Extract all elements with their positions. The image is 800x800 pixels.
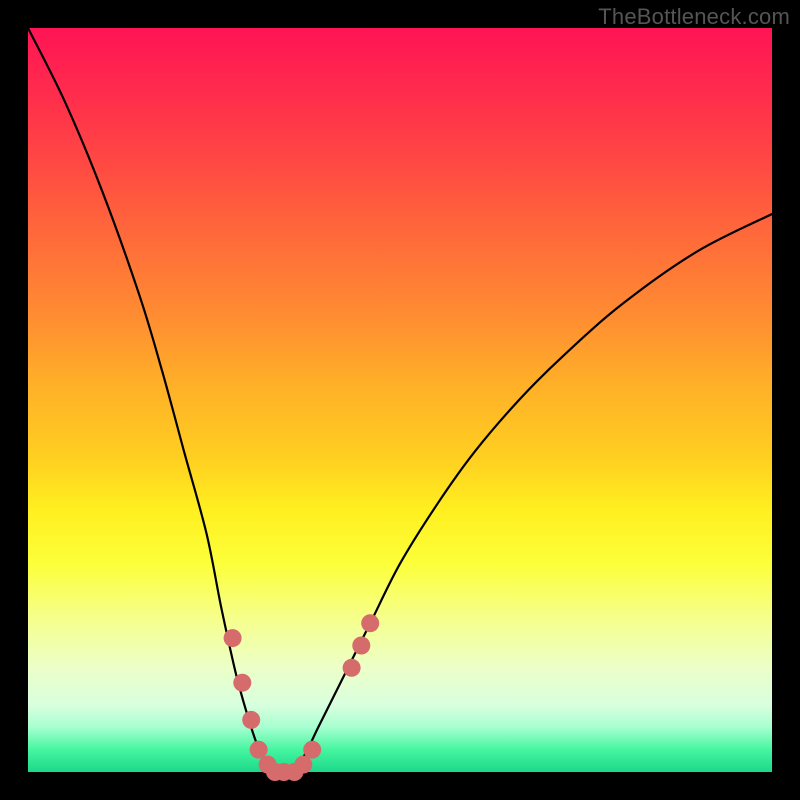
curve-markers <box>224 614 380 781</box>
curve-svg <box>28 28 772 772</box>
chart-frame: TheBottleneck.com <box>0 0 800 800</box>
curve-marker <box>352 637 370 655</box>
curve-marker <box>361 614 379 632</box>
curve-marker <box>242 711 260 729</box>
watermark-text: TheBottleneck.com <box>598 4 790 30</box>
curve-marker <box>303 741 321 759</box>
curve-marker <box>233 674 251 692</box>
curve-marker <box>224 629 242 647</box>
curve-marker <box>250 741 268 759</box>
plot-area <box>28 28 772 772</box>
curve-marker <box>343 659 361 677</box>
bottleneck-curve <box>28 28 772 773</box>
